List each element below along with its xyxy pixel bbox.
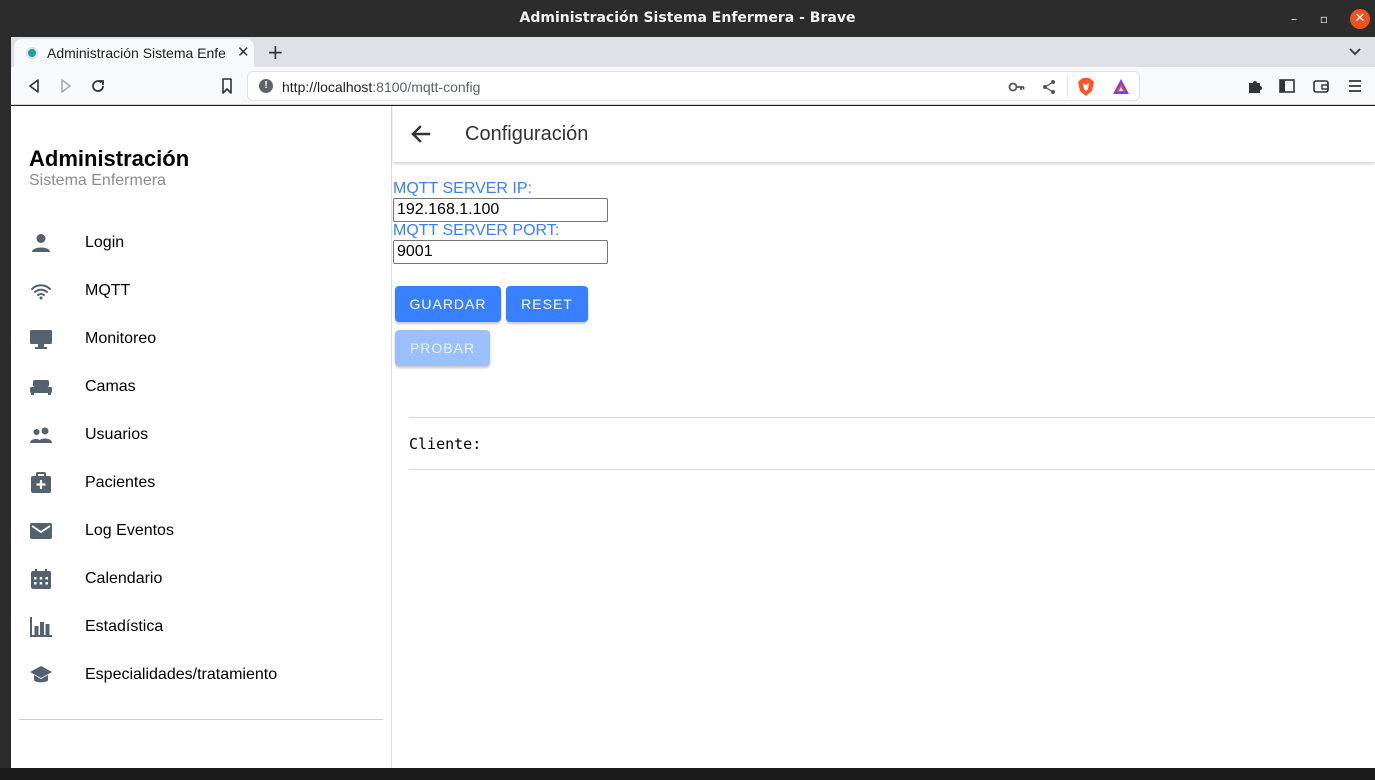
client-top-divider	[409, 417, 1375, 418]
back-nav-icon[interactable]	[24, 76, 44, 96]
mail-icon	[30, 523, 52, 539]
menu-item-especialidades[interactable]: Especialidades/tratamiento	[11, 651, 392, 699]
menu-item-login[interactable]: Login	[11, 219, 392, 267]
menu-title: Administración	[29, 146, 190, 171]
menu-item-calendario[interactable]: Calendario	[11, 555, 392, 603]
menu-divider	[19, 719, 383, 720]
reload-icon[interactable]	[88, 76, 108, 96]
share-icon[interactable]	[1041, 79, 1057, 95]
tab-strip: Administración Sistema Enfermera ✕ +	[11, 37, 1375, 67]
menu-item-label: MQTT	[85, 282, 131, 299]
bookmark-icon[interactable]	[217, 76, 237, 96]
menu-item-label: Pacientes	[85, 474, 156, 491]
url-host: http://localhost	[282, 79, 373, 95]
minimize-icon[interactable]: –	[1284, 9, 1304, 29]
close-icon[interactable]: ✕	[1350, 9, 1370, 29]
bed-icon	[30, 380, 52, 395]
site-info-icon[interactable]: !	[259, 79, 273, 93]
client-bottom-divider	[409, 469, 1375, 470]
menu-item-label: Monitoreo	[85, 330, 157, 347]
forward-nav-icon[interactable]	[56, 76, 76, 96]
menu-item-label: Log Eventos	[85, 522, 174, 539]
menu-item-estadistica[interactable]: Estadística	[11, 603, 392, 651]
url-text[interactable]: http://localhost:8100/mqtt-config	[282, 79, 480, 95]
new-tab-button[interactable]: +	[267, 40, 284, 64]
favicon-icon	[26, 47, 38, 59]
menu-item-label: Login	[85, 234, 125, 251]
menu-item-pacientes[interactable]: Pacientes	[11, 459, 392, 507]
menu-item-mqtt[interactable]: MQTT	[11, 267, 392, 315]
desktop-bottom-edge	[0, 768, 1375, 780]
menu-item-log-eventos[interactable]: Log Eventos	[11, 507, 392, 555]
menu-item-label: Estadística	[85, 618, 164, 635]
people-icon	[30, 427, 52, 443]
tab-title: Administración Sistema Enfermera	[47, 45, 227, 61]
desktop-icon	[30, 330, 52, 349]
school-icon	[30, 666, 52, 683]
web-page: Administración Sistema Enfermera Login M…	[11, 106, 1375, 768]
mqtt-ip-input[interactable]	[393, 198, 608, 222]
back-arrow-icon[interactable]	[407, 120, 435, 148]
extensions-puzzle-icon[interactable]	[1245, 76, 1265, 96]
page-header: Configuración	[393, 106, 1375, 162]
mqtt-ip-label: MQTT SERVER IP:	[393, 180, 532, 197]
brave-rewards-icon[interactable]	[1112, 78, 1130, 95]
sidebar-toggle-icon[interactable]	[1277, 76, 1297, 96]
menu-subtitle: Sistema Enfermera	[29, 172, 166, 189]
menu-item-usuarios[interactable]: Usuarios	[11, 411, 392, 459]
wallet-icon[interactable]	[1311, 76, 1331, 96]
reset-button[interactable]: RESET	[506, 286, 588, 322]
mqtt-port-input[interactable]	[393, 240, 608, 264]
calendar-icon	[31, 569, 51, 589]
menu-item-label: Calendario	[85, 570, 163, 587]
key-icon[interactable]	[1008, 79, 1026, 95]
medkit-icon	[31, 472, 51, 493]
url-path: :8100/mqtt-config	[372, 79, 481, 95]
test-button[interactable]: PROBAR	[395, 330, 490, 366]
mqtt-port-label: MQTT SERVER PORT:	[393, 222, 560, 239]
window-titlebar: Administración Sistema Enfermera - Brave…	[0, 0, 1375, 37]
menu-item-label: Usuarios	[85, 426, 149, 443]
address-divider	[1067, 77, 1068, 97]
browser-tab[interactable]: Administración Sistema Enfermera ✕	[14, 39, 254, 67]
tab-list-chevron-icon[interactable]	[1347, 43, 1363, 59]
side-menu: Administración Sistema Enfermera Login M…	[11, 106, 392, 768]
menu-item-camas[interactable]: Camas	[11, 363, 392, 411]
menu-item-label: Camas	[85, 378, 136, 395]
menu-item-monitoreo[interactable]: Monitoreo	[11, 315, 392, 363]
hamburger-menu-icon[interactable]	[1345, 76, 1365, 96]
menu-item-label: Especialidades/tratamiento	[85, 666, 278, 683]
browser-toolbar: ! http://localhost:8100/mqtt-config	[11, 67, 1375, 105]
stats-chart-icon	[30, 617, 52, 637]
brave-shields-icon[interactable]	[1077, 77, 1095, 97]
maximize-icon[interactable]: ▫	[1314, 9, 1334, 29]
save-button[interactable]: GUARDAR	[395, 286, 501, 322]
address-bar[interactable]: ! http://localhost:8100/mqtt-config	[247, 71, 1140, 101]
background-window	[0, 37, 11, 780]
window-title: Administración Sistema Enfermera - Brave	[519, 10, 856, 26]
tab-close-icon[interactable]: ✕	[237, 43, 250, 61]
page-title: Configuración	[465, 123, 589, 145]
wifi-icon	[31, 284, 51, 300]
person-icon	[32, 234, 50, 252]
client-label: Cliente:	[409, 435, 482, 453]
